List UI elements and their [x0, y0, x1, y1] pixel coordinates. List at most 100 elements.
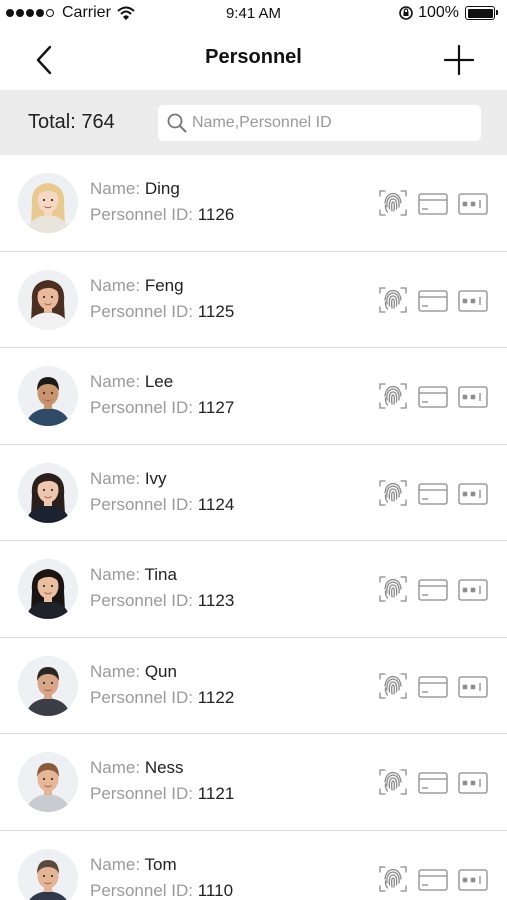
person-name: Ding: [144, 179, 180, 198]
search-box[interactable]: [158, 105, 481, 141]
name-line: Name: Feng: [90, 276, 184, 296]
list-item[interactable]: Name: Ivy Personnel ID: 1124: [0, 444, 507, 541]
avatar: [18, 559, 78, 619]
id-line: Personnel ID: 1122: [90, 688, 234, 708]
id-line: Personnel ID: 1124: [90, 495, 234, 515]
list-item[interactable]: Name: Feng Personnel ID: 1125: [0, 251, 507, 348]
password-icon[interactable]: [458, 868, 488, 891]
card-icon[interactable]: [418, 868, 448, 891]
name-line: Name: Tom: [90, 855, 177, 875]
personnel-id: 1122: [197, 687, 235, 707]
name-line: Name: Ivy: [90, 469, 167, 489]
avatar: [18, 752, 78, 812]
add-personnel-button[interactable]: [441, 42, 477, 78]
password-icon[interactable]: [458, 772, 488, 794]
battery-icon: [465, 6, 498, 20]
person-name: Feng: [144, 275, 184, 295]
personnel-list: Name: Ding Personnel ID: 1126 Name: Feng…: [0, 155, 507, 900]
name-label: Name:: [90, 565, 141, 584]
fingerprint-icon[interactable]: [377, 573, 409, 605]
name-line: Name: Tina: [90, 565, 177, 585]
name-label: Name:: [90, 661, 141, 681]
total-count: Total: 764: [28, 111, 115, 133]
name-label: Name:: [90, 179, 141, 198]
personnel-id: 1126: [197, 205, 235, 224]
password-icon[interactable]: [458, 482, 488, 505]
orientation-lock-icon: [399, 6, 413, 20]
personnel-id: 1123: [197, 591, 235, 610]
fingerprint-icon[interactable]: [377, 187, 409, 219]
card-icon[interactable]: [418, 193, 448, 215]
personnel-id-label: Personnel ID:: [90, 784, 193, 803]
search-icon: [167, 113, 187, 133]
id-line: Personnel ID: 1123: [90, 591, 234, 611]
fingerprint-icon[interactable]: [377, 766, 409, 798]
password-icon[interactable]: [458, 193, 488, 215]
list-item[interactable]: Name: Tina Personnel ID: 1123: [0, 541, 507, 638]
fingerprint-icon[interactable]: [377, 863, 409, 895]
id-line: Personnel ID: 1110: [90, 881, 233, 900]
name-line: Name: Ding: [90, 179, 180, 199]
personnel-id: 1121: [197, 784, 235, 803]
name-label: Name:: [90, 854, 141, 874]
list-item[interactable]: Name: Ding Personnel ID: 1126: [0, 155, 507, 252]
list-item[interactable]: Name: Tom Personnel ID: 1110: [0, 830, 507, 900]
battery-percent: 100%: [418, 4, 459, 21]
person-name: Lee: [144, 372, 174, 391]
person-name: Ivy: [144, 468, 167, 488]
card-icon[interactable]: [418, 579, 448, 601]
fingerprint-icon[interactable]: [377, 380, 409, 412]
personnel-id-label: Personnel ID:: [90, 494, 193, 514]
card-icon[interactable]: [418, 772, 448, 794]
search-input[interactable]: [192, 105, 472, 141]
person-name: Qun: [144, 661, 177, 681]
fingerprint-icon[interactable]: [377, 670, 409, 702]
card-icon[interactable]: [418, 675, 448, 698]
plus-icon: [443, 44, 475, 76]
personnel-id-label: Personnel ID:: [90, 398, 193, 417]
password-icon[interactable]: [458, 579, 488, 601]
fingerprint-icon[interactable]: [377, 284, 409, 316]
id-line: Personnel ID: 1121: [90, 784, 234, 804]
card-icon[interactable]: [418, 289, 448, 312]
avatar: [18, 269, 78, 330]
name-label: Name:: [90, 275, 141, 295]
search-strip: Total: 764: [0, 90, 507, 155]
name-line: Name: Lee: [90, 372, 173, 392]
personnel-id-label: Personnel ID:: [90, 591, 193, 610]
name-label: Name:: [90, 372, 141, 391]
avatar: [18, 655, 78, 716]
personnel-id-label: Personnel ID:: [90, 205, 193, 224]
personnel-id-label: Personnel ID:: [90, 301, 193, 321]
avatar: [18, 366, 78, 426]
page-title: Personnel: [205, 46, 302, 68]
personnel-id: 1110: [197, 880, 234, 900]
fingerprint-icon[interactable]: [377, 477, 409, 509]
id-line: Personnel ID: 1127: [90, 398, 234, 418]
personnel-id: 1125: [197, 301, 235, 321]
name-label: Name:: [90, 468, 141, 488]
name-line: Name: Ness: [90, 758, 184, 778]
password-icon[interactable]: [458, 675, 488, 698]
person-name: Tina: [144, 565, 177, 584]
password-icon[interactable]: [458, 386, 488, 408]
id-line: Personnel ID: 1125: [90, 302, 234, 322]
personnel-id: 1124: [197, 494, 235, 514]
name-label: Name:: [90, 758, 141, 777]
list-item[interactable]: Name: Lee Personnel ID: 1127: [0, 348, 507, 445]
personnel-id: 1127: [197, 398, 235, 417]
card-icon[interactable]: [418, 386, 448, 408]
person-name: Ness: [144, 758, 184, 777]
list-item[interactable]: Name: Ness Personnel ID: 1121: [0, 734, 507, 831]
card-icon[interactable]: [418, 482, 448, 505]
password-icon[interactable]: [458, 289, 488, 312]
nav-bar: Personnel: [0, 28, 507, 90]
avatar: [18, 848, 78, 900]
personnel-id-label: Personnel ID:: [90, 687, 193, 707]
personnel-id-label: Personnel ID:: [90, 880, 193, 900]
person-name: Tom: [144, 854, 177, 874]
list-item[interactable]: Name: Qun Personnel ID: 1122: [0, 637, 507, 734]
status-bar: Carrier 9:41 AM 100%: [0, 0, 507, 28]
id-line: Personnel ID: 1126: [90, 205, 234, 225]
avatar: [18, 462, 78, 523]
